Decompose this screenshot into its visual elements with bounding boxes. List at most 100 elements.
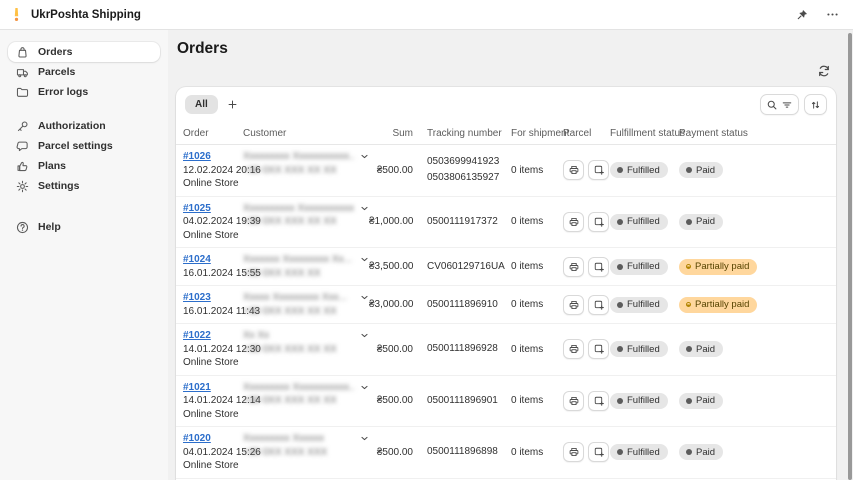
sort-icon[interactable]	[804, 94, 827, 115]
customer-cell: Xxxxx Xxxxxxxxx Xxx... +38 0XX XXX XX XX	[243, 291, 369, 318]
order-number-link[interactable]: #1026	[183, 151, 211, 162]
chevron-down-icon[interactable]	[360, 331, 369, 340]
order-number-link[interactable]: #1024	[183, 254, 211, 265]
customer-phone-redacted: +38 0XX XXX XX XX	[243, 394, 355, 408]
sidebar-item-authorization[interactable]: Authorization	[8, 116, 160, 136]
sidebar-item-parcel-settings[interactable]: Parcel settings	[8, 136, 160, 156]
customer-name-redacted: Xxxxxxxxx Xxxxxx	[243, 432, 355, 446]
order-sum: ₴500.00	[369, 447, 413, 458]
print-label-icon[interactable]	[563, 339, 584, 359]
payment-status-label: Paid	[696, 216, 715, 227]
table-row: #1023 16.01.2024 11:43 Xxxxx Xxxxxxxxx X…	[176, 286, 836, 324]
order-date: 04.02.2024 19:39	[183, 215, 243, 229]
sidebar-item-settings[interactable]: Settings	[8, 176, 160, 196]
chevron-down-icon[interactable]	[360, 293, 369, 302]
order-number-link[interactable]: #1022	[183, 330, 211, 341]
print-label-icon[interactable]	[563, 295, 584, 315]
print-label-icon[interactable]	[563, 391, 584, 411]
gear-icon	[16, 180, 29, 193]
sidebar-item-orders[interactable]: Orders	[8, 42, 160, 62]
chevron-down-icon[interactable]	[360, 255, 369, 264]
payment-status-label: Paid	[696, 344, 715, 355]
payment-status-label: Paid	[696, 447, 715, 458]
tracking-number: 0503699941923	[427, 157, 511, 167]
col-header-sum: Sum	[369, 128, 413, 139]
create-parcel-icon[interactable]	[588, 391, 609, 411]
truck-icon	[16, 66, 29, 79]
customer-name-redacted: Xxxxx Xxxxxxxxx Xxx...	[243, 291, 355, 305]
sidebar-item-label: Settings	[38, 180, 79, 192]
more-options-icon[interactable]	[824, 6, 841, 23]
status-dot-icon	[686, 302, 691, 307]
chevron-down-icon[interactable]	[360, 152, 369, 161]
status-dot-icon	[686, 167, 692, 173]
payment-status-badge: Partially paid	[679, 297, 757, 313]
payment-status-badge: Paid	[679, 162, 723, 178]
order-number-link[interactable]: #1020	[183, 433, 211, 444]
sidebar-item-error-logs[interactable]: Error logs	[8, 82, 160, 102]
customer-cell: Xxxxxxx Xxxxxxxxx Xx... +38 0XX XXX XX	[243, 253, 369, 280]
sidebar-item-parcels[interactable]: Parcels	[8, 62, 160, 82]
order-sum: ₴500.00	[369, 395, 413, 406]
fulfillment-status-badge: Fulfilled	[610, 259, 668, 275]
customer-name-redacted: Xxxxxxxxxx Xxxxxxxxxxx...	[243, 202, 355, 216]
order-number-link[interactable]: #1023	[183, 292, 211, 303]
pin-icon[interactable]	[794, 7, 810, 23]
tab-all[interactable]: All	[185, 95, 218, 114]
create-parcel-icon[interactable]	[588, 212, 609, 232]
status-dot-icon	[617, 264, 623, 270]
print-label-icon[interactable]	[563, 160, 584, 180]
tracking-number: 0503806135927	[427, 173, 511, 183]
payment-status-badge: Paid	[679, 214, 723, 230]
sidebar-item-label: Parcel settings	[38, 140, 113, 152]
sidebar-item-label: Error logs	[38, 86, 88, 98]
search-filter-button[interactable]	[760, 94, 799, 115]
status-dot-icon	[617, 398, 623, 404]
tracking-number: 0500111896901	[427, 396, 511, 406]
tracking-number: 0500111896928	[427, 344, 511, 354]
tracking-number: 0500111917372	[427, 217, 511, 227]
print-label-icon[interactable]	[563, 212, 584, 232]
create-parcel-icon[interactable]	[588, 257, 609, 277]
order-date: 16.01.2024 15:55	[183, 267, 243, 281]
create-parcel-icon[interactable]	[588, 442, 609, 462]
create-parcel-icon[interactable]	[588, 160, 609, 180]
sidebar-item-plans[interactable]: Plans	[8, 156, 160, 176]
create-parcel-icon[interactable]	[588, 295, 609, 315]
tracking-number: 0500111896910	[427, 300, 511, 310]
payment-status-badge: Paid	[679, 444, 723, 460]
order-date: 04.01.2024 15:26	[183, 446, 243, 460]
page-title: Orders	[177, 40, 836, 58]
refresh-icon[interactable]	[812, 60, 836, 82]
order-sum: ₴3,000.00	[369, 299, 413, 310]
chevron-down-icon[interactable]	[360, 383, 369, 392]
print-label-icon[interactable]	[563, 257, 584, 277]
tracking-cell: 0500111896928	[413, 344, 511, 354]
ukrposhta-logo-icon	[10, 7, 23, 22]
for-shipment-count: 0 items	[511, 299, 563, 310]
order-channel: Online Store	[183, 459, 243, 473]
chevron-down-icon[interactable]	[360, 204, 369, 213]
order-date: 16.01.2024 11:43	[183, 305, 243, 319]
sidebar-item-label: Authorization	[38, 120, 106, 132]
order-channel: Online Store	[183, 229, 243, 243]
customer-name-redacted: Xxxxxxx Xxxxxxxxx Xx...	[243, 253, 355, 267]
orders-table-body: #1026 12.02.2024 20:16 Online Store Xxxx…	[176, 145, 836, 480]
customer-phone-redacted: +38 0XX XXX XX XX	[243, 343, 355, 357]
table-row: #1024 16.01.2024 15:55 Xxxxxxx Xxxxxxxxx…	[176, 248, 836, 286]
order-date: 12.02.2024 20:16	[183, 164, 243, 178]
col-header-tracking: Tracking number	[413, 128, 511, 139]
vertical-scrollbar[interactable]	[848, 33, 852, 480]
sidebar-item-label: Plans	[38, 160, 66, 172]
order-number-link[interactable]: #1025	[183, 203, 211, 214]
tracking-cell: 0500111896901	[413, 396, 511, 406]
order-number-link[interactable]: #1021	[183, 382, 211, 393]
main-content: Orders All	[168, 30, 853, 480]
chevron-down-icon[interactable]	[360, 434, 369, 443]
tracking-cell: 0500111896898	[413, 447, 511, 457]
payment-status-label: Paid	[696, 395, 715, 406]
create-parcel-icon[interactable]	[588, 339, 609, 359]
print-label-icon[interactable]	[563, 442, 584, 462]
sidebar-item-help[interactable]: Help	[8, 217, 160, 237]
add-tab-button[interactable]	[222, 94, 244, 115]
